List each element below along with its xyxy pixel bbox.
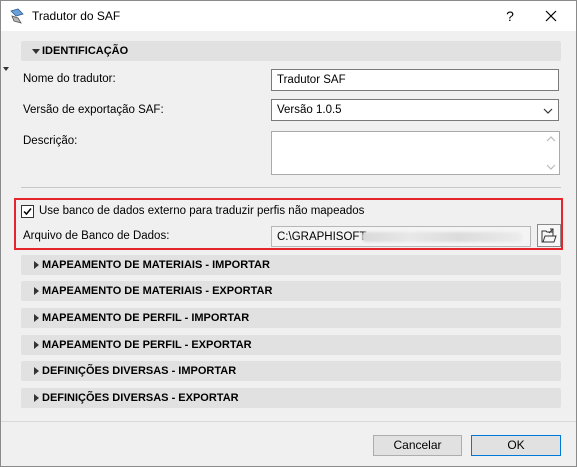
section-identification-header[interactable]: IDENTIFICAÇÃO [21, 41, 561, 61]
section-identification-label: IDENTIFICAÇÃO [42, 45, 129, 57]
section-label: MAPEAMENTO DE MATERIAIS - EXPORTAR [42, 285, 273, 297]
section-label: MAPEAMENTO DE MATERIAIS - IMPORTAR [42, 259, 270, 271]
section-materials-import-header[interactable]: MAPEAMENTO DE MATERIAIS - IMPORTAR [21, 255, 561, 275]
section-misc-import-header[interactable]: DEFINIÇÕES DIVERSAS - IMPORTAR [21, 361, 561, 381]
database-file-label: Arquivo de Banco de Dados: [23, 230, 170, 242]
ok-button[interactable]: OK [471, 435, 561, 456]
browse-button[interactable] [537, 224, 561, 247]
section-profile-export-header[interactable]: MAPEAMENTO DE PERFIL - EXPORTAR [21, 335, 561, 355]
database-file-value: C:\GRAPHISOFT [277, 231, 367, 243]
collapsed-arrow-icon [34, 314, 39, 322]
export-version-value: Versão 1.0.5 [277, 104, 342, 116]
close-button[interactable] [534, 4, 568, 28]
use-external-db-checkbox[interactable] [21, 205, 34, 218]
expanded-arrow-icon [32, 49, 40, 54]
description-textarea[interactable] [271, 131, 560, 175]
use-external-db-label[interactable]: Use banco de dados externo para traduzir… [39, 205, 364, 217]
collapsed-arrow-icon [34, 261, 39, 269]
export-version-select[interactable]: Versão 1.0.5 [271, 99, 559, 121]
cancel-button[interactable]: Cancelar [373, 435, 462, 456]
database-file-input[interactable]: C:\GRAPHISOFT [271, 226, 531, 247]
dialog-window: Tradutor do SAF ? IDENTIFICAÇÃO Nome do … [0, 0, 577, 467]
marker-icon [3, 67, 9, 71]
scroll-up-icon[interactable] [546, 135, 556, 143]
help-button[interactable]: ? [497, 4, 523, 28]
section-profile-import-header[interactable]: MAPEAMENTO DE PERFIL - IMPORTAR [21, 308, 561, 328]
export-version-label: Versão de exportação SAF: [23, 104, 164, 116]
collapsed-arrow-icon [34, 341, 39, 349]
open-folder-icon [541, 228, 557, 243]
checkmark-icon [23, 208, 32, 216]
redacted-path [362, 232, 522, 242]
chevron-down-icon [543, 108, 553, 114]
collapsed-arrow-icon [34, 367, 39, 375]
translator-name-input[interactable]: Tradutor SAF [271, 69, 559, 91]
description-label: Descrição: [23, 135, 78, 147]
dialog-body: IDENTIFICAÇÃO Nome do tradutor: Tradutor… [1, 31, 576, 466]
scroll-down-icon[interactable] [546, 163, 556, 171]
collapsed-arrow-icon [34, 287, 39, 295]
section-label: DEFINIÇÕES DIVERSAS - IMPORTAR [42, 365, 237, 377]
title-bar[interactable]: Tradutor do SAF ? [1, 1, 576, 31]
app-icon [9, 8, 25, 24]
collapsed-arrow-icon [34, 394, 39, 402]
window-title: Tradutor do SAF [32, 9, 121, 23]
section-misc-export-header[interactable]: DEFINIÇÕES DIVERSAS - EXPORTAR [21, 388, 561, 408]
section-label: MAPEAMENTO DE PERFIL - EXPORTAR [42, 339, 252, 351]
footer-divider [1, 421, 576, 422]
section-label: MAPEAMENTO DE PERFIL - IMPORTAR [42, 312, 250, 324]
translator-name-value: Tradutor SAF [277, 74, 346, 86]
close-icon [545, 10, 557, 22]
translator-name-label: Nome do tradutor: [23, 73, 116, 85]
section-divider [21, 187, 561, 188]
section-label: DEFINIÇÕES DIVERSAS - EXPORTAR [42, 392, 239, 404]
section-materials-export-header[interactable]: MAPEAMENTO DE MATERIAIS - EXPORTAR [21, 281, 561, 301]
